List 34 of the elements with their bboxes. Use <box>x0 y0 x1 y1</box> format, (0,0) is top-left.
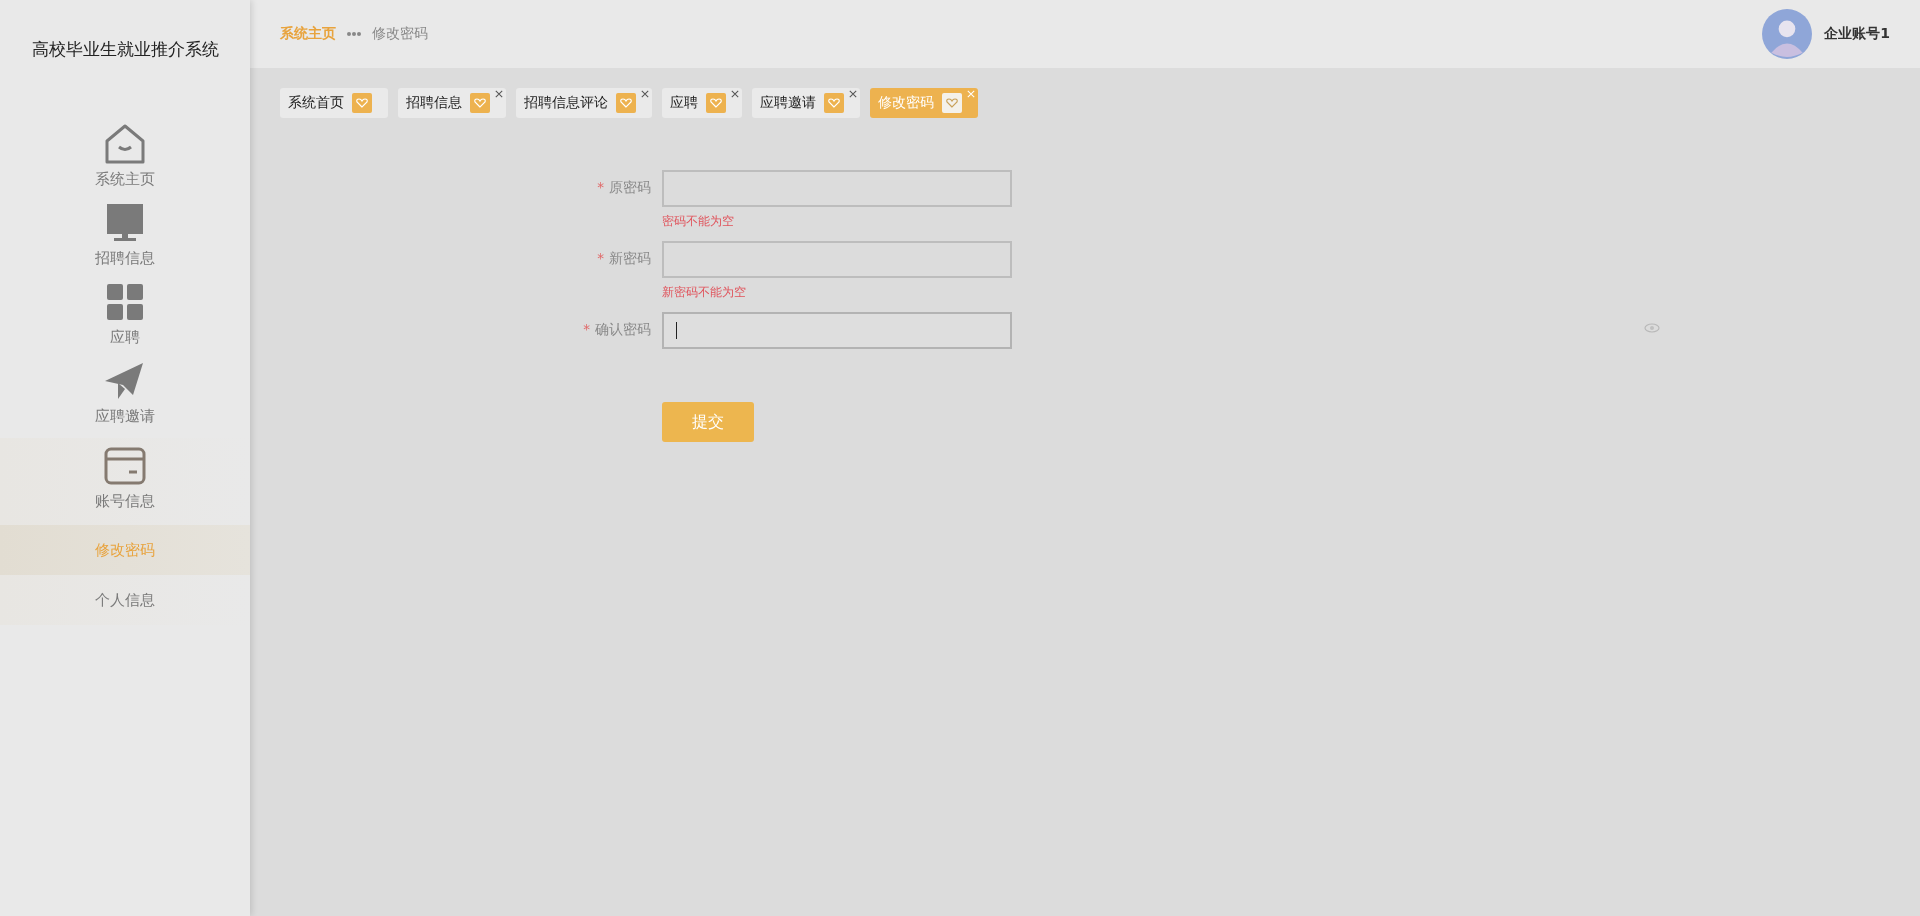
page-tab[interactable]: 修改密码 <box>870 88 978 118</box>
breadcrumb-current: 修改密码 <box>372 25 428 43</box>
password-field[interactable] <box>662 312 1012 349</box>
close-icon[interactable] <box>641 90 649 98</box>
menu-item[interactable]: 账号信息 <box>0 438 250 525</box>
required-mark: * <box>597 179 604 195</box>
page-tab[interactable]: 系统首页 <box>280 88 388 118</box>
menu-item[interactable]: 招聘信息 <box>0 201 250 280</box>
required-mark: * <box>583 321 590 337</box>
submenu-item[interactable]: 个人信息 <box>0 575 250 625</box>
avatar-icon[interactable] <box>1762 9 1813 59</box>
user-name[interactable]: 企业账号1 <box>1824 25 1890 43</box>
page-tab[interactable]: 应聘 <box>662 88 742 118</box>
required-mark: * <box>597 250 604 266</box>
app-title: 高校毕业生就业推介系统 <box>30 38 220 61</box>
eye-icon[interactable] <box>1644 323 1660 333</box>
close-icon[interactable] <box>731 90 739 98</box>
close-icon[interactable] <box>849 90 857 98</box>
menu-item[interactable]: 应聘 <box>0 280 250 359</box>
password-field[interactable] <box>662 170 1012 207</box>
close-icon[interactable] <box>495 90 503 98</box>
error-message: 新密码不能为空 <box>662 284 747 300</box>
field-label: 新密码 <box>609 250 651 266</box>
ellipsis-icon <box>346 31 362 37</box>
page-tab[interactable]: 招聘信息评论 <box>516 88 652 118</box>
menu-item[interactable]: 应聘邀请 <box>0 359 250 438</box>
page-tab[interactable]: 应聘邀请 <box>752 88 860 118</box>
field-label: 确认密码 <box>595 321 651 337</box>
field-label: 原密码 <box>609 179 651 195</box>
page-tab[interactable]: 招聘信息 <box>398 88 506 118</box>
error-message: 密码不能为空 <box>662 213 735 229</box>
home-icon <box>103 122 147 166</box>
menu-item[interactable]: 系统主页 <box>0 122 250 201</box>
password-field[interactable] <box>662 241 1012 278</box>
